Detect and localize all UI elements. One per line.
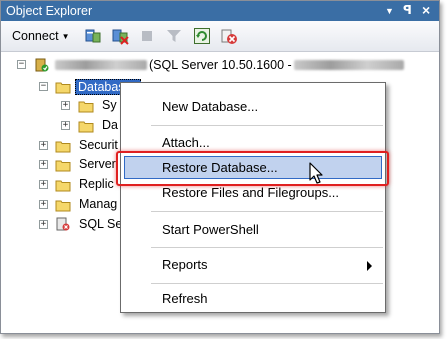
menu-item-attach[interactable]: Attach... [162, 135, 210, 150]
pin-icon[interactable]: ꟼ [403, 3, 412, 17]
menu-item-start-powershell[interactable]: Start PowerShell [162, 222, 259, 237]
menu-item-new-database[interactable]: New Database... [162, 99, 258, 114]
menu-separator [151, 211, 383, 212]
connect-button[interactable]: Connect ▼ [12, 29, 69, 43]
sql-agent-icon [56, 217, 70, 231]
folder-icon [78, 121, 94, 133]
menu-separator [151, 247, 383, 248]
menu-separator [151, 283, 383, 284]
stop-icon[interactable] [138, 27, 156, 45]
connect-server-icon[interactable] [84, 27, 102, 45]
system-databases-node[interactable]: Sy [102, 98, 117, 112]
sql-agent-expand-toggle[interactable]: + [39, 220, 48, 229]
folder-icon [55, 200, 71, 212]
system-databases-expand-toggle[interactable]: + [61, 101, 70, 110]
server-objects-node[interactable]: Server [79, 157, 116, 171]
security-node[interactable]: Securit [79, 138, 118, 152]
submenu-arrow-icon [367, 261, 372, 271]
server-node[interactable]: (SQL Server 10.50.1600 - [53, 58, 406, 72]
databases-collapse-toggle[interactable]: − [39, 82, 48, 91]
menu-item-restore-files-filegroups[interactable]: Restore Files and Filegroups... [162, 185, 339, 200]
object-explorer-window: Object Explorer ▼ ꟼ × Connect ▼ − (SQL S… [0, 0, 440, 334]
management-node[interactable]: Manag [79, 197, 117, 211]
server-suffix-redacted [293, 60, 404, 70]
menu-item-refresh[interactable]: Refresh [162, 291, 208, 306]
chevron-down-icon: ▼ [61, 32, 70, 41]
folder-icon [55, 141, 71, 153]
folder-icon [55, 160, 71, 172]
mouse-cursor-icon [309, 162, 323, 184]
security-expand-toggle[interactable]: + [39, 141, 48, 150]
sql-agent-node[interactable]: SQL Se [79, 217, 122, 231]
database-snapshots-expand-toggle[interactable]: + [61, 121, 70, 130]
replication-node[interactable]: Replic [79, 177, 114, 191]
close-icon[interactable]: × [422, 2, 430, 18]
folder-icon [78, 101, 94, 113]
management-expand-toggle[interactable]: + [39, 200, 48, 209]
disconnect-icon[interactable] [111, 27, 129, 45]
server-collapse-toggle[interactable]: − [17, 60, 26, 69]
database-snapshots-node[interactable]: Da [102, 118, 118, 132]
server-name-redacted [55, 60, 147, 70]
server-icon [35, 58, 49, 72]
refresh-icon[interactable] [193, 27, 211, 45]
highlight-callout-box [116, 151, 389, 186]
connect-label: Connect [12, 29, 59, 43]
replication-expand-toggle[interactable]: + [39, 180, 48, 189]
server-info: (SQL Server 10.50.1600 - [149, 58, 292, 72]
title-bar: Object Explorer ▼ ꟼ × [1, 1, 439, 21]
server-objects-expand-toggle[interactable]: + [39, 160, 48, 169]
context-menu: New Database... Attach... Restore Databa… [120, 82, 386, 313]
toolbar: Connect ▼ [1, 21, 439, 52]
folder-icon [55, 180, 71, 192]
delete-icon[interactable] [220, 27, 238, 45]
window-title: Object Explorer [6, 4, 93, 18]
window-dropdown-icon[interactable]: ▼ [385, 6, 394, 16]
menu-separator [151, 125, 383, 126]
folder-icon [55, 82, 71, 94]
filter-icon[interactable] [165, 27, 183, 45]
menu-item-reports[interactable]: Reports [162, 257, 208, 272]
